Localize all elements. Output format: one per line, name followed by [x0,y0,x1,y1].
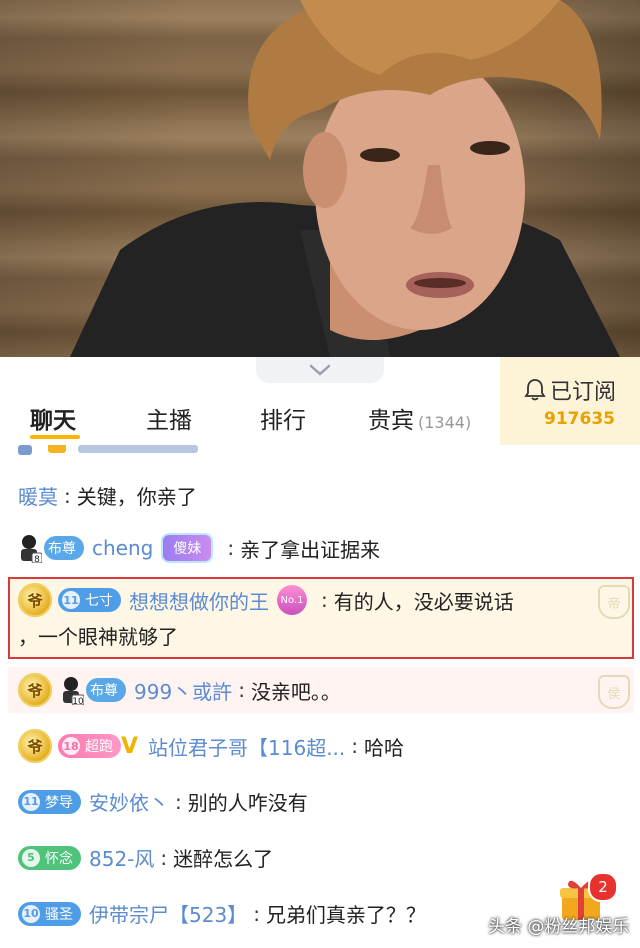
chat-message: 暖莫 : 关键，你亲了 [18,481,640,510]
chat-text: 亲了拿出证据来 [240,537,381,562]
chevron-down-icon [309,364,331,376]
fan-badge: 11 七寸 [58,588,121,612]
chat-text: 哈哈 [364,735,405,760]
bell-icon [524,379,546,401]
fan-badge: 5 怀念 [18,845,81,870]
tab-chat[interactable]: 聊天 [30,401,76,435]
fan-badge: 18 超跑 [58,734,121,758]
live-video[interactable] [0,0,640,357]
chat-text: 有的人，没必要说话 [333,589,514,614]
clipped-message [18,445,238,459]
chat-text: 没亲吧。。 [250,679,341,704]
chat-text: 兄弟们真亲了？？ [265,903,426,927]
chat-message: 爷 18 超跑 V 站位君子哥【116超... : 哈哈 [18,729,640,763]
title-tag: 傻妹 [161,533,214,563]
tab-vip[interactable]: 贵宾 (1344) [368,401,471,435]
subscribe-label: 已订阅 [550,380,617,405]
watermark: 头条 @粉丝邦娱乐 [488,917,630,937]
active-tab-indicator [30,435,80,439]
svg-text:8: 8 [34,555,40,563]
user-avatar-icon: 8 [16,533,43,565]
no1-tag: No.1 [277,585,307,615]
chat-text: 关键，你亲了 [76,485,197,509]
medal-icon: 爷 [18,729,52,763]
fan-badge: 布尊 [86,678,126,702]
user-avatar-icon: 10 [58,675,85,707]
collapse-video-button[interactable] [256,357,384,383]
chat-username[interactable]: 安妙依丶 [89,787,169,816]
svg-text:10: 10 [72,697,84,705]
chat-message-continued: ，一个眼神就够了 [18,621,640,650]
chat-username[interactable]: 999丶或許 [134,676,232,705]
chat-username[interactable]: 852-风 [89,843,154,872]
chat-message: 爷 10 布尊 999丶或許 : 没亲吧。。 [18,673,640,707]
gift-count-badge: 2 [588,872,618,902]
tab-ranking[interactable]: 排行 [260,401,306,435]
chat-list[interactable]: 暖莫 : 关键，你亲了 8 布尊 cheng 傻妹 : 亲了拿出证据来 爷 11… [0,445,640,948]
chat-message: 爷 11 七寸 想想想做你的王 No.1 : 有的人，没必要说话 [18,583,640,617]
fan-badge: 11 梦导 [18,789,81,814]
medal-icon: 爷 [18,673,52,707]
chat-username[interactable]: cheng [92,536,153,560]
chat-message: 8 布尊 cheng 傻妹 : 亲了拿出证据来 [16,533,640,565]
chat-username[interactable]: 伊带宗尸【523】 [89,899,247,928]
chat-message: 11 梦导 安妙依丶 : 别的人咋没有 [18,787,640,816]
fan-badge: 10 骚圣 [18,901,81,926]
medal-icon: 爷 [18,583,52,617]
streamer-image [70,0,620,357]
chat-username[interactable]: 站位君子哥【116超... [148,732,345,761]
subscribe-button[interactable]: 已订阅 917635 [500,357,640,445]
chat-username[interactable]: 暖莫 [18,481,58,510]
v-icon: V [121,733,139,759]
emblem-icon: 侯 [598,675,630,709]
chat-text: ，一个眼神就够了 [18,625,178,649]
vip-count: (1344) [418,413,472,432]
chat-username[interactable]: 想想想做你的王 [129,586,269,615]
subscriber-count: 917635 [544,409,615,429]
tab-vip-label: 贵宾 [368,408,414,434]
chat-message: 5 怀念 852-风 : 迷醉怎么了 [18,843,640,872]
fan-badge: 布尊 [44,536,84,560]
chat-text: 迷醉怎么了 [173,847,274,871]
tab-anchor[interactable]: 主播 [146,401,192,435]
emblem-icon: 帝 [598,585,630,619]
chat-text: 别的人咋没有 [187,791,308,815]
